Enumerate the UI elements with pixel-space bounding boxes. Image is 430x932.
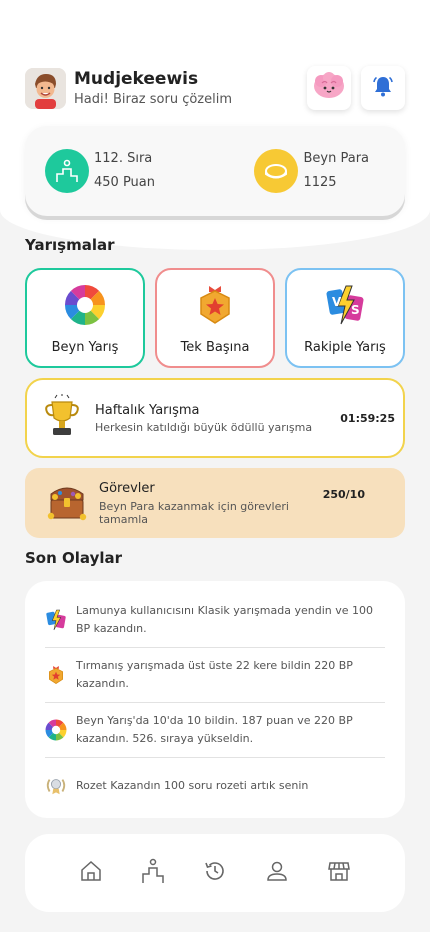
currency-value: 1125: [303, 175, 337, 190]
beyn-yaris-card[interactable]: Beyn Yarış: [25, 268, 145, 368]
leaderboard-icon: [141, 858, 165, 888]
weekly-text: Haftalık Yarışma Herkesin katıldığı büyü…: [95, 403, 340, 434]
currency-stat[interactable]: Beyn Para 1125: [207, 147, 369, 195]
nav-leaderboard-button[interactable]: [138, 858, 168, 888]
tasks-subtitle: Beyn Para kazanmak için görevleri tamaml…: [99, 499, 289, 526]
rank-value: 112. Sıra: [94, 151, 153, 166]
event-item[interactable]: Tırmanış yarışmada üst üste 22 kere bild…: [45, 648, 385, 703]
header-text: Mudjekeewis Hadi! Biraz soru çözelim: [74, 69, 297, 107]
svg-text:S: S: [351, 303, 360, 317]
color-wheel-icon: [45, 719, 67, 741]
weekly-subtitle: Herkesin katıldığı büyük ödüllü yarışma: [95, 420, 313, 434]
trophy-icon: [43, 394, 81, 442]
store-icon: [327, 859, 351, 887]
star-badge-icon: [196, 284, 234, 330]
app-screen: Mudjekeewis Hadi! Biraz soru çözelim 112…: [0, 0, 430, 932]
rakiple-yaris-label: Rakiple Yarış: [304, 340, 386, 355]
currency-text: Beyn Para 1125: [303, 147, 369, 195]
nav-store-button[interactable]: [324, 858, 354, 888]
event-item[interactable]: Lamunya kullanıcısını Klasik yarışmada y…: [45, 593, 385, 648]
notification-button[interactable]: [361, 66, 405, 110]
points-value: 450 Puan: [94, 175, 156, 190]
username: Mudjekeewis: [74, 69, 199, 89]
currency-label: Beyn Para: [303, 151, 369, 166]
tasks-card[interactable]: Görevler Beyn Para kazanmak için görevle…: [25, 468, 405, 538]
avatar[interactable]: [25, 67, 66, 109]
vs-icon: V S: [324, 284, 366, 330]
event-text: Tırmanış yarışmada üst üste 22 kere bild…: [76, 659, 353, 690]
tasks-title: Görevler: [99, 480, 155, 496]
leaderboard-icon: [45, 149, 89, 193]
tek-basina-card[interactable]: Tek Başına: [155, 268, 275, 368]
event-item[interactable]: Rozet Kazandın 100 soru rozeti artık sen…: [45, 758, 385, 813]
header: Mudjekeewis Hadi! Biraz soru çözelim: [25, 66, 405, 110]
brain-icon: [312, 71, 346, 105]
competitions-title: Yarışmalar: [25, 236, 115, 254]
nav-history-button[interactable]: [200, 858, 230, 888]
event-text: Lamunya kullanıcısını Klasik yarışmada y…: [76, 604, 373, 635]
competitions-row: Beyn Yarış Tek Başına V S Rakiple Yarış: [25, 268, 405, 368]
rank-text: 112. Sıra 450 Puan: [94, 147, 155, 195]
user-icon: [265, 859, 289, 887]
header-subtitle: Hadi! Biraz soru çözelim: [74, 92, 232, 107]
tasks-text: Görevler Beyn Para kazanmak için görevle…: [99, 481, 323, 526]
events-card: Lamunya kullanıcısını Klasik yarışmada y…: [25, 581, 405, 818]
svg-text:V: V: [332, 295, 342, 309]
rank-stat[interactable]: 112. Sıra 450 Puan: [45, 147, 207, 195]
weekly-competition-card[interactable]: Haftalık Yarışma Herkesin katıldığı büyü…: [25, 378, 405, 458]
beyn-yaris-label: Beyn Yarış: [51, 340, 119, 355]
treasure-chest-icon: [45, 480, 89, 526]
event-item[interactable]: Beyn Yarış'da 10'da 10 bildin. 187 puan …: [45, 703, 385, 758]
weekly-timer: 01:59:25: [340, 411, 395, 425]
vs-icon: [45, 609, 67, 631]
laurel-badge-icon: [45, 775, 67, 797]
nav-home-button[interactable]: [76, 858, 106, 888]
bottom-navigation: [25, 834, 405, 912]
tasks-count: 250/10: [322, 488, 365, 501]
history-icon: [203, 859, 227, 887]
nav-profile-button[interactable]: [262, 858, 292, 888]
tek-basina-label: Tek Başına: [180, 340, 250, 355]
star-badge-icon: [45, 664, 67, 686]
bell-icon: [371, 74, 395, 102]
coin-icon: [254, 149, 299, 193]
events-title: Son Olaylar: [25, 549, 123, 567]
weekly-title: Haftalık Yarışma: [95, 402, 200, 418]
event-text: Rozet Kazandın 100 soru rozeti artık sen…: [76, 778, 309, 792]
event-text: Beyn Yarış'da 10'da 10 bildin. 187 puan …: [76, 714, 353, 745]
home-icon: [79, 859, 103, 887]
rakiple-yaris-card[interactable]: V S Rakiple Yarış: [285, 268, 405, 368]
color-wheel-icon: [64, 284, 106, 330]
stats-card: 112. Sıra 450 Puan Beyn Para 1125: [25, 126, 405, 216]
brain-button[interactable]: [307, 66, 351, 110]
